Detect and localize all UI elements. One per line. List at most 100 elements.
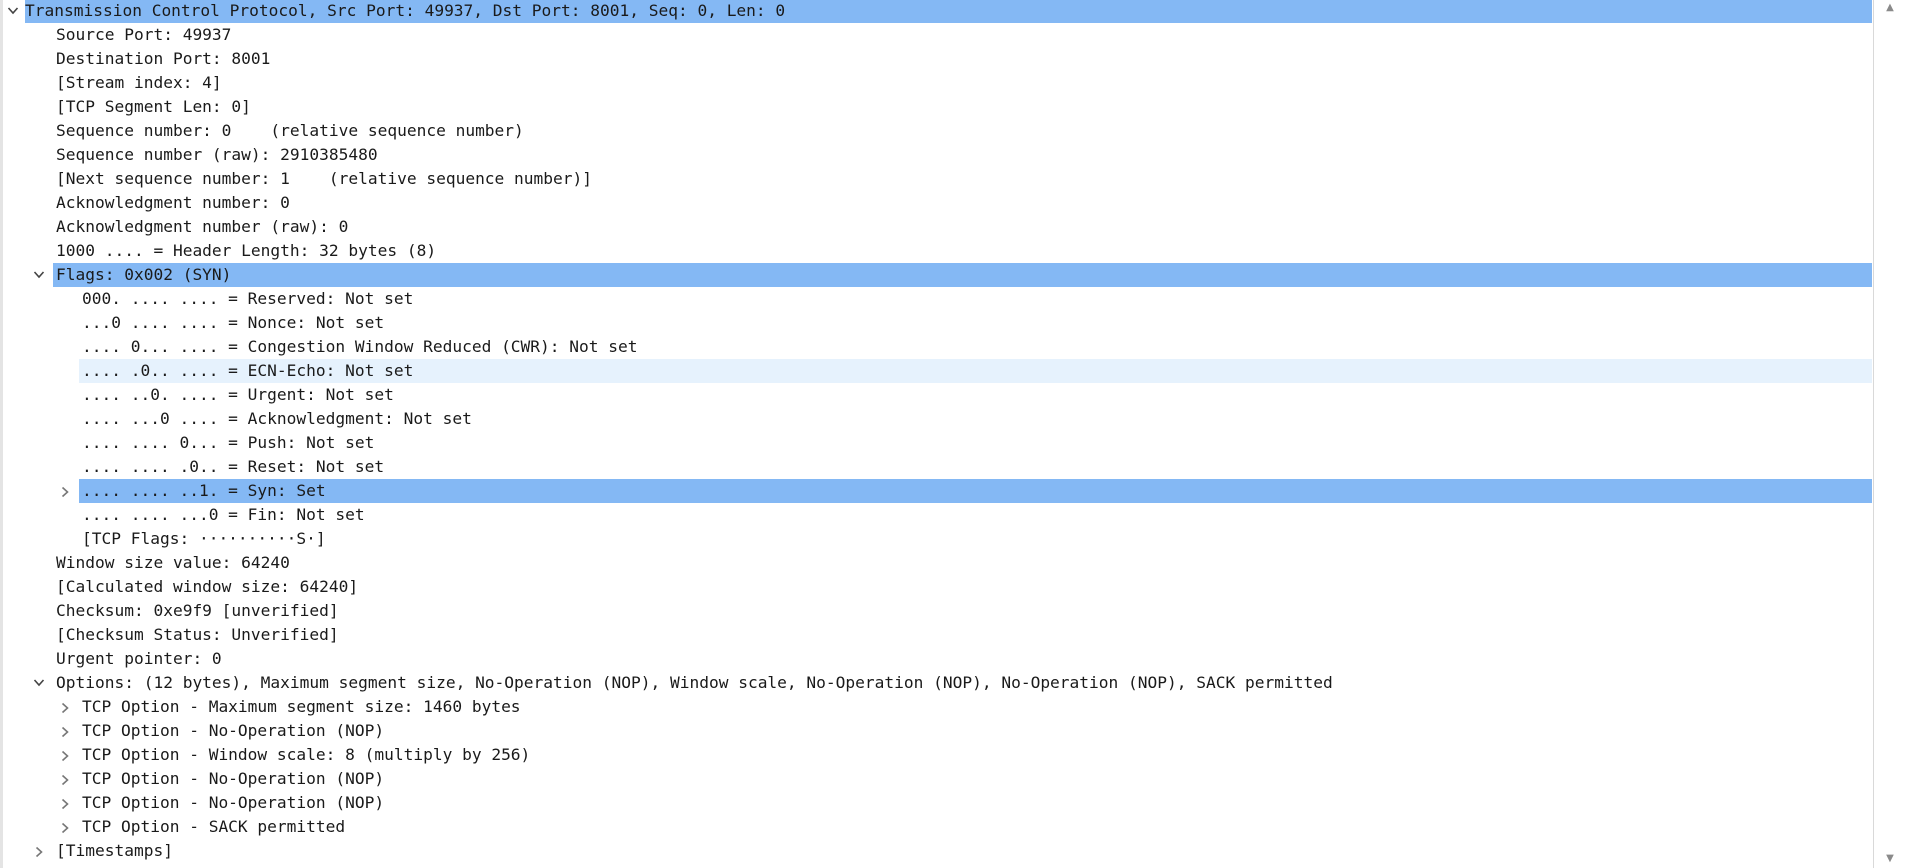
tree-row[interactable]: Transmission Control Protocol, Src Port:… [0, 0, 1872, 23]
tree-row-label: .... ..0. .... = Urgent: Not set [82, 385, 394, 404]
chevron-down-icon[interactable] [30, 263, 48, 287]
row-highlight [53, 551, 1872, 575]
tree-row-label: .... 0... .... = Congestion Window Reduc… [82, 337, 638, 356]
tree-row-label: .... .... ..1. = Syn: Set [82, 481, 326, 500]
tree-row[interactable]: TCP Option - Window scale: 8 (multiply b… [0, 743, 1872, 767]
row-highlight [53, 47, 1872, 71]
row-highlight [53, 23, 1872, 47]
tree-row-label: Acknowledgment number (raw): 0 [56, 217, 349, 236]
tree-row[interactable]: [TCP Segment Len: 0] [0, 95, 1872, 119]
row-highlight [79, 815, 1872, 839]
tree-row[interactable]: 000. .... .... = Reserved: Not set [0, 287, 1872, 311]
chevron-down-icon[interactable] [4, 0, 22, 23]
tree-row-label: TCP Option - Window scale: 8 (multiply b… [82, 745, 531, 764]
tree-row-label: TCP Option - No-Operation (NOP) [82, 769, 385, 788]
tree-row-label: [Checksum Status: Unverified] [56, 625, 339, 644]
tree-row[interactable]: TCP Option - SACK permitted [0, 815, 1872, 839]
tree-row[interactable]: TCP Option - No-Operation (NOP) [0, 767, 1872, 791]
tree-row-label: .... .0.. .... = ECN-Echo: Not set [82, 361, 414, 380]
tree-row[interactable]: Checksum: 0xe9f9 [unverified] [0, 599, 1872, 623]
tree-row-label: [Next sequence number: 1 (relative seque… [56, 169, 593, 188]
tree-row[interactable]: [Timestamps] [0, 839, 1872, 863]
tree-row-label: .... ...0 .... = Acknowledgment: Not set [82, 409, 472, 428]
row-highlight [79, 479, 1872, 503]
tree-row-label: Destination Port: 8001 [56, 49, 271, 68]
tree-row-label: TCP Option - Maximum segment size: 1460 … [82, 697, 521, 716]
tree-row[interactable]: Window size value: 64240 [0, 551, 1872, 575]
row-highlight [53, 71, 1872, 95]
tree-row[interactable]: [Stream index: 4] [0, 71, 1872, 95]
tree-row[interactable]: .... .... ...0 = Fin: Not set [0, 503, 1872, 527]
tree-row-label: .... .... ...0 = Fin: Not set [82, 505, 365, 524]
scroll-up-arrow-icon[interactable]: ▲ [1883, 3, 1897, 13]
tree-row[interactable]: [Checksum Status: Unverified] [0, 623, 1872, 647]
tree-row-label: Checksum: 0xe9f9 [unverified] [56, 601, 339, 620]
tree-row[interactable]: .... ...0 .... = Acknowledgment: Not set [0, 407, 1872, 431]
tree-row[interactable]: [Calculated window size: 64240] [0, 575, 1872, 599]
tree-row[interactable]: Source Port: 49937 [0, 23, 1872, 47]
tree-row[interactable]: Sequence number: 0 (relative sequence nu… [0, 119, 1872, 143]
chevron-right-icon[interactable] [56, 695, 74, 719]
vertical-scrollbar[interactable] [1872, 0, 1908, 868]
chevron-right-icon[interactable] [56, 719, 74, 743]
tree-row-label: 000. .... .... = Reserved: Not set [82, 289, 414, 308]
tree-row-label: Options: (12 bytes), Maximum segment siz… [56, 673, 1333, 692]
chevron-down-icon[interactable] [30, 671, 48, 695]
scrollbar-divider [1873, 0, 1874, 868]
chevron-right-icon[interactable] [56, 815, 74, 839]
tree-row[interactable]: TCP Option - No-Operation (NOP) [0, 791, 1872, 815]
tree-row[interactable]: 1000 .... = Header Length: 32 bytes (8) [0, 239, 1872, 263]
tree-row[interactable]: Sequence number (raw): 2910385480 [0, 143, 1872, 167]
tree-row[interactable]: ...0 .... .... = Nonce: Not set [0, 311, 1872, 335]
tree-row[interactable]: .... .... .0.. = Reset: Not set [0, 455, 1872, 479]
tree-row-label: [Timestamps] [56, 841, 173, 860]
tree-row-label: Source Port: 49937 [56, 25, 232, 44]
tree-row[interactable]: Flags: 0x002 (SYN) [0, 263, 1872, 287]
chevron-right-icon[interactable] [56, 791, 74, 815]
tree-row[interactable]: Destination Port: 8001 [0, 47, 1872, 71]
tree-row[interactable]: .... 0... .... = Congestion Window Reduc… [0, 335, 1872, 359]
row-highlight [53, 191, 1872, 215]
row-highlight [79, 527, 1872, 551]
tree-row-label: .... .... 0... = Push: Not set [82, 433, 375, 452]
tree-row-label: ...0 .... .... = Nonce: Not set [82, 313, 385, 332]
tree-row-label: Sequence number: 0 (relative sequence nu… [56, 121, 524, 140]
tree-row-label: Acknowledgment number: 0 [56, 193, 290, 212]
row-highlight [53, 95, 1872, 119]
tree-row-label: TCP Option - No-Operation (NOP) [82, 793, 385, 812]
tree-row[interactable]: .... .0.. .... = ECN-Echo: Not set [0, 359, 1872, 383]
tree-row-label: [Calculated window size: 64240] [56, 577, 359, 596]
tree-row[interactable]: [TCP Flags: ··········S·] [0, 527, 1872, 551]
tree-row[interactable]: Urgent pointer: 0 [0, 647, 1872, 671]
tree-row-label: Window size value: 64240 [56, 553, 290, 572]
tree-row[interactable]: Acknowledgment number (raw): 0 [0, 215, 1872, 239]
row-highlight [53, 647, 1872, 671]
tree-row-label: .... .... .0.. = Reset: Not set [82, 457, 385, 476]
tree-row[interactable]: Acknowledgment number: 0 [0, 191, 1872, 215]
tree-row-label: Urgent pointer: 0 [56, 649, 222, 668]
tree-row[interactable]: TCP Option - No-Operation (NOP) [0, 719, 1872, 743]
tree-row[interactable]: Options: (12 bytes), Maximum segment siz… [0, 671, 1872, 695]
row-highlight [53, 263, 1872, 287]
chevron-right-icon[interactable] [30, 839, 48, 863]
tree-row-label: Transmission Control Protocol, Src Port:… [25, 1, 786, 20]
tree-row[interactable]: [Next sequence number: 1 (relative seque… [0, 167, 1872, 191]
packet-details-tree[interactable]: Transmission Control Protocol, Src Port:… [0, 0, 1872, 863]
tree-row-label: TCP Option - SACK permitted [82, 817, 346, 836]
tree-row-label: TCP Option - No-Operation (NOP) [82, 721, 385, 740]
tree-row-label: [TCP Flags: ··········S·] [82, 529, 326, 548]
chevron-right-icon[interactable] [56, 767, 74, 791]
chevron-right-icon[interactable] [56, 743, 74, 767]
tree-row-label: [TCP Segment Len: 0] [56, 97, 251, 116]
row-highlight [53, 839, 1872, 863]
tree-row[interactable]: .... .... ..1. = Syn: Set [0, 479, 1872, 503]
tree-row-label: [Stream index: 4] [56, 73, 222, 92]
tree-row-label: Sequence number (raw): 2910385480 [56, 145, 378, 164]
scroll-down-arrow-icon[interactable]: ▼ [1883, 854, 1897, 864]
tree-row[interactable]: .... ..0. .... = Urgent: Not set [0, 383, 1872, 407]
chevron-right-icon[interactable] [56, 479, 74, 503]
tree-row[interactable]: TCP Option - Maximum segment size: 1460 … [0, 695, 1872, 719]
tree-row-label: Flags: 0x002 (SYN) [56, 265, 232, 284]
tree-row[interactable]: .... .... 0... = Push: Not set [0, 431, 1872, 455]
tree-row-label: 1000 .... = Header Length: 32 bytes (8) [56, 241, 437, 260]
